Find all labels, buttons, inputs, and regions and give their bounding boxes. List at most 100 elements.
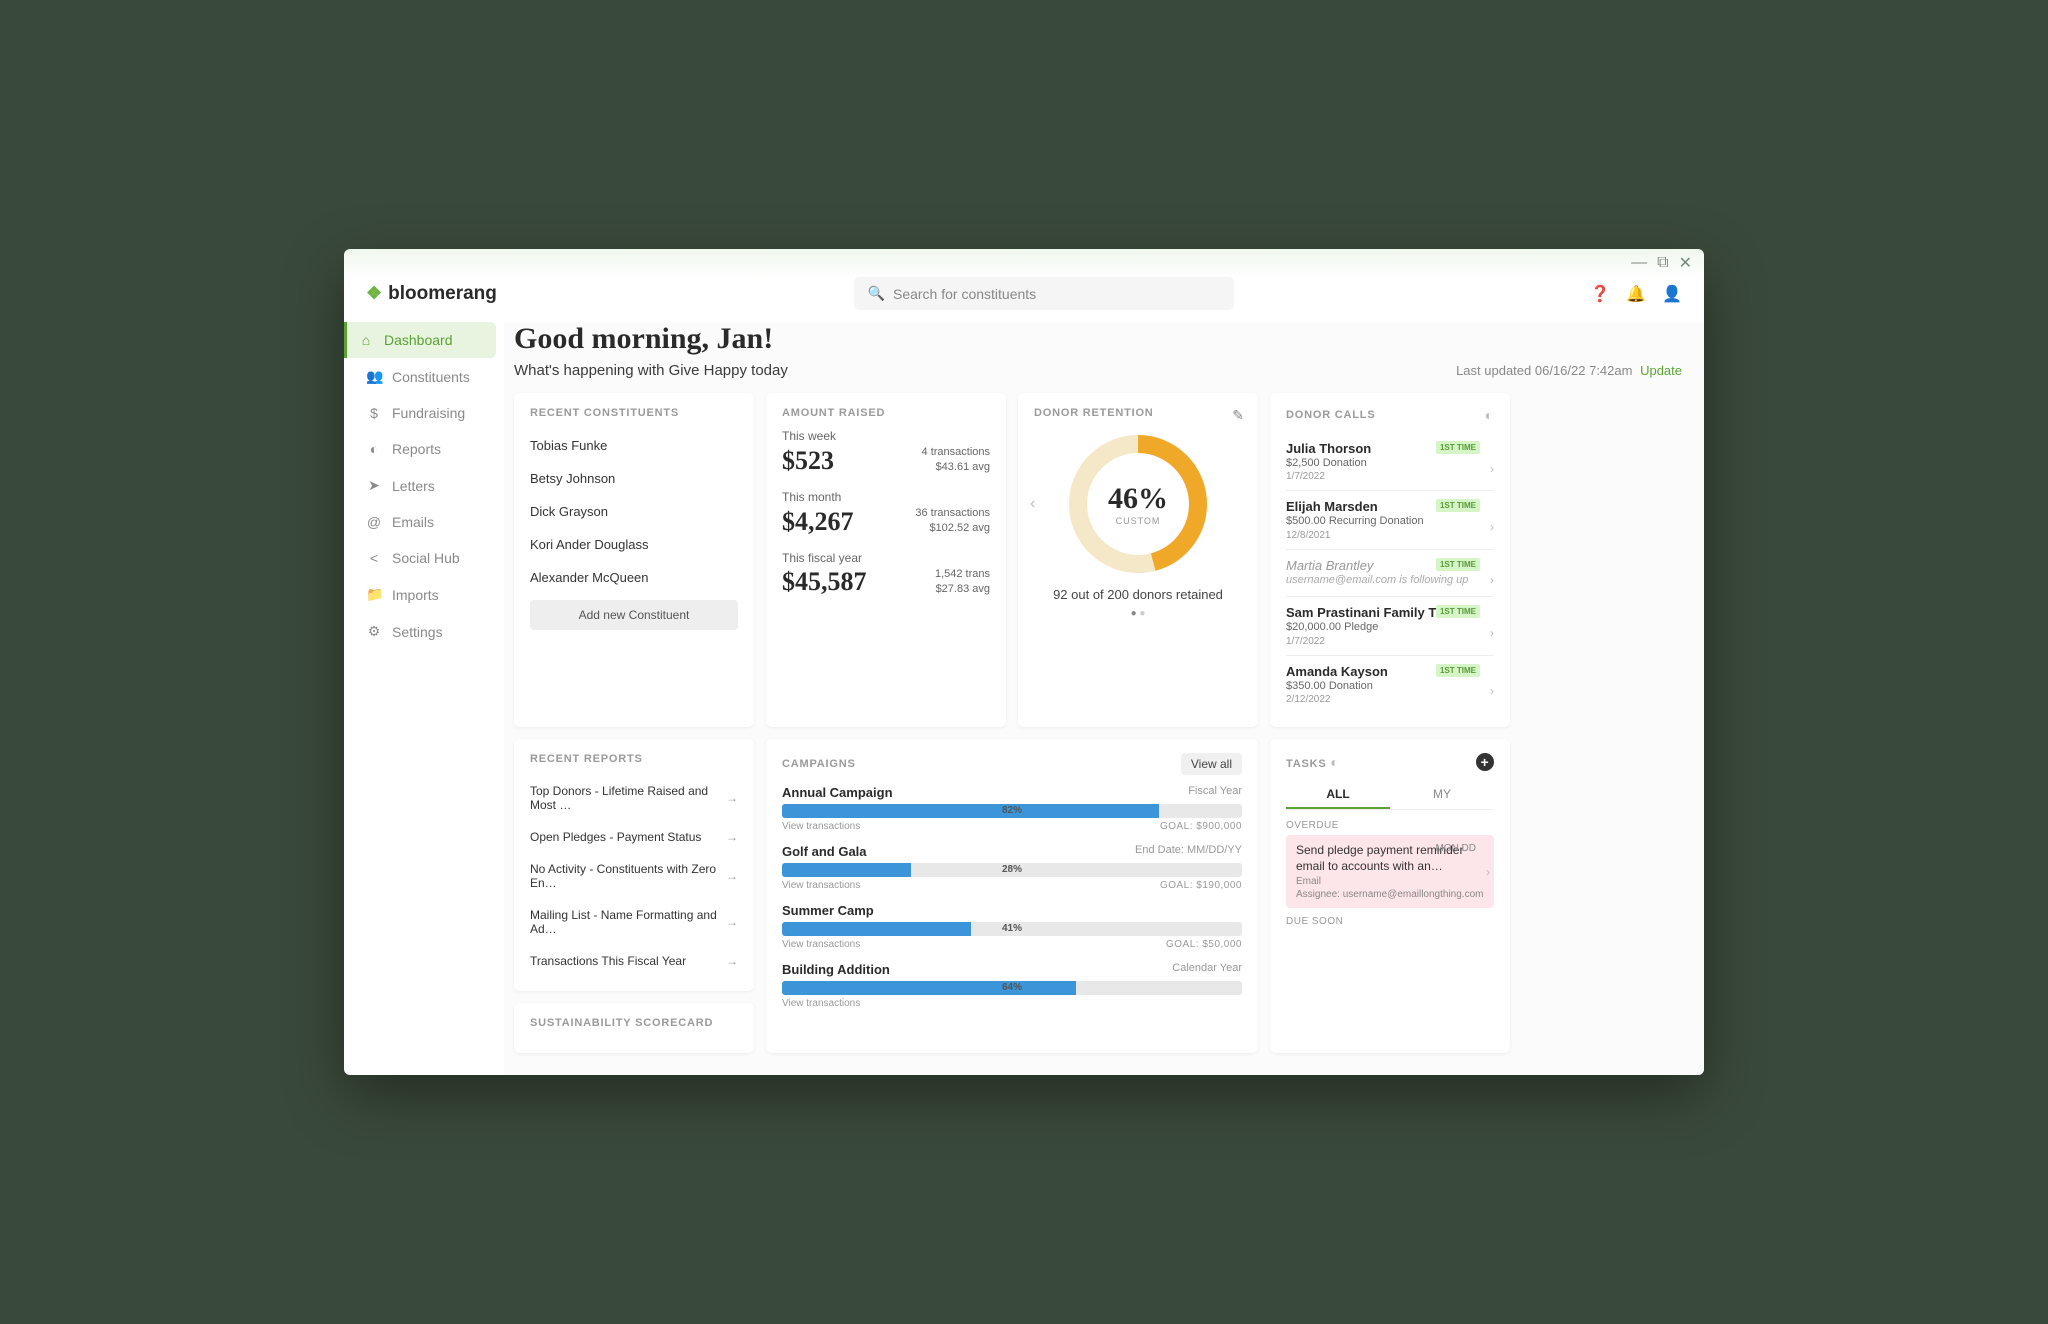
send-icon: ➤ xyxy=(366,477,382,494)
donor-call-row[interactable]: 1ST TIME Sam Prastinani Family Trust $20… xyxy=(1286,596,1494,654)
arrow-right-icon: → xyxy=(726,954,738,968)
card-sustainability: SUSTAINABILITY SCORECARD xyxy=(514,1003,754,1053)
help-icon[interactable]: ❓ xyxy=(1590,284,1610,304)
chevron-left-icon[interactable]: ‹ xyxy=(1030,495,1035,513)
pie-icon[interactable]: ◐ xyxy=(1330,754,1339,770)
arrow-right-icon: → xyxy=(726,830,738,844)
first-time-badge: 1ST TIME xyxy=(1436,605,1480,618)
search-input[interactable]: 🔍 Search for constituents xyxy=(854,277,1234,310)
share-icon: < xyxy=(366,550,382,566)
first-time-badge: 1ST TIME xyxy=(1436,499,1480,512)
sidebar-item-dashboard[interactable]: ⌂Dashboard xyxy=(344,322,496,358)
sidebar-item-constituents[interactable]: 👥Constituents xyxy=(352,358,496,395)
logo-icon: ❖ xyxy=(366,283,382,304)
view-transactions-link[interactable]: View transactions xyxy=(782,821,860,832)
at-icon: @ xyxy=(366,514,382,530)
constituent-row[interactable]: Betsy Johnson xyxy=(530,462,738,495)
card-donor-retention: DONOR RETENTION ✎ ‹ 46% CUSTOM xyxy=(1018,393,1258,727)
page-title: Good morning, Jan! xyxy=(514,322,1682,356)
add-constituent-button[interactable]: Add new Constituent xyxy=(530,600,738,630)
constituent-row[interactable]: Dick Grayson xyxy=(530,495,738,528)
view-transactions-link[interactable]: View transactions xyxy=(782,998,860,1009)
pie-icon[interactable]: ◐ xyxy=(1485,407,1494,423)
maximize-icon[interactable]: ⧉ xyxy=(1657,254,1668,272)
tab-all[interactable]: ALL xyxy=(1286,781,1390,809)
sidebar: ⌂Dashboard 👥Constituents $Fundraising ◐R… xyxy=(344,322,504,1075)
view-transactions-link[interactable]: View transactions xyxy=(782,939,860,950)
donor-call-row[interactable]: 1ST TIME Elijah Marsden $500.00 Recurrin… xyxy=(1286,490,1494,548)
task-row[interactable]: Send pledge payment reminder email to ac… xyxy=(1286,835,1494,908)
update-link[interactable]: Update xyxy=(1640,363,1682,378)
donor-call-row[interactable]: 1ST TIME Martia Brantley username@email.… xyxy=(1286,549,1494,596)
progress-bar: 28% xyxy=(782,863,1242,877)
card-title: DONOR RETENTION xyxy=(1034,407,1242,419)
progress-bar: 82% xyxy=(782,804,1242,818)
retention-donut: 46% CUSTOM xyxy=(1063,429,1213,579)
add-task-button[interactable]: + xyxy=(1476,753,1494,771)
report-row[interactable]: Mailing List - Name Formatting and Ad…→ xyxy=(530,899,738,945)
card-tasks: TASKS ◐ + ALL MY OVERDUE Send pledge pay… xyxy=(1270,739,1510,1053)
subtitle: What's happening with Give Happy today xyxy=(514,362,788,379)
window-titlebar: — ⧉ ✕ xyxy=(344,249,1704,277)
campaign-row: Summer Camp 41% View transactionsGOAL: $… xyxy=(782,903,1242,950)
amount-block-year: This fiscal year $45,587 1,542 trans$27.… xyxy=(782,551,990,598)
card-amount-raised: AMOUNT RAISED This week $523 4 transacti… xyxy=(766,393,1006,727)
chevron-right-icon: › xyxy=(1490,520,1494,534)
sidebar-item-imports[interactable]: 📁Imports xyxy=(352,576,496,613)
user-icon[interactable]: 👤 xyxy=(1662,284,1682,304)
dashboard-row-2: RECENT REPORTS Top Donors - Lifetime Rai… xyxy=(514,739,1682,1053)
view-transactions-link[interactable]: View transactions xyxy=(782,880,860,891)
minimize-icon[interactable]: — xyxy=(1631,254,1647,272)
card-title: RECENT CONSTITUENTS xyxy=(530,407,738,419)
body: ⌂Dashboard 👥Constituents $Fundraising ◐R… xyxy=(344,322,1704,1075)
report-row[interactable]: Top Donors - Lifetime Raised and Most …→ xyxy=(530,775,738,821)
bell-icon[interactable]: 🔔 xyxy=(1626,284,1646,304)
view-all-button[interactable]: View all xyxy=(1181,753,1242,775)
donor-call-row[interactable]: 1ST TIME Amanda Kayson $350.00 Donation … xyxy=(1286,655,1494,713)
last-updated: Last updated 06/16/22 7:42am Update xyxy=(1456,363,1682,378)
card-title: SUSTAINABILITY SCORECARD xyxy=(530,1017,738,1029)
constituent-row[interactable]: Tobias Funke xyxy=(530,429,738,462)
close-icon[interactable]: ✕ xyxy=(1679,253,1692,273)
sidebar-item-reports[interactable]: ◐Reports xyxy=(352,431,496,467)
chevron-right-icon: › xyxy=(1490,626,1494,640)
constituent-row[interactable]: Alexander McQueen xyxy=(530,561,738,594)
card-title-text: TASKS xyxy=(1286,758,1326,770)
sidebar-item-fundraising[interactable]: $Fundraising xyxy=(352,395,496,431)
report-row[interactable]: Transactions This Fiscal Year→ xyxy=(530,945,738,977)
donor-call-row[interactable]: 1ST TIME Julia Thorson $2,500 Donation 1… xyxy=(1286,433,1494,490)
arrow-right-icon: → xyxy=(726,915,738,929)
edit-icon[interactable]: ✎ xyxy=(1232,407,1244,424)
topbar: ❖ bloomerang 🔍 Search for constituents ❓… xyxy=(344,277,1704,322)
report-row[interactable]: No Activity - Constituents with Zero En…… xyxy=(530,853,738,899)
dollar-icon: $ xyxy=(366,405,382,421)
chevron-right-icon: › xyxy=(1490,462,1494,476)
progress-bar: 64% xyxy=(782,981,1242,995)
arrow-right-icon: → xyxy=(726,869,738,883)
campaign-row: Building AdditionCalendar Year 64% View … xyxy=(782,962,1242,1009)
sidebar-item-social-hub[interactable]: <Social Hub xyxy=(352,540,496,576)
sidebar-item-letters[interactable]: ➤Letters xyxy=(352,467,496,504)
main: Good morning, Jan! What's happening with… xyxy=(504,322,1704,1075)
report-row[interactable]: Open Pledges - Payment Status→ xyxy=(530,821,738,853)
card-recent-reports: RECENT REPORTS Top Donors - Lifetime Rai… xyxy=(514,739,754,991)
chevron-right-icon: › xyxy=(1486,865,1490,879)
constituent-row[interactable]: Kori Ander Douglass xyxy=(530,528,738,561)
campaign-row: Golf and GalaEnd Date: MM/DD/YY 28% View… xyxy=(782,844,1242,891)
sidebar-item-emails[interactable]: @Emails xyxy=(352,504,496,540)
card-title: RECENT REPORTS xyxy=(530,753,738,765)
due-soon-label: DUE SOON xyxy=(1286,916,1494,927)
sidebar-item-settings[interactable]: ⚙Settings xyxy=(352,613,496,650)
campaign-row: Annual CampaignFiscal Year 82% View tran… xyxy=(782,785,1242,832)
card-donor-calls: DONOR CALLS◐ 1ST TIME Julia Thorson $2,5… xyxy=(1270,393,1510,727)
retention-text: 92 out of 200 donors retained xyxy=(1034,587,1242,602)
tab-my[interactable]: MY xyxy=(1390,781,1494,809)
card-campaigns: CAMPAIGNS View all Annual CampaignFiscal… xyxy=(766,739,1258,1053)
search-icon: 🔍 xyxy=(868,285,885,302)
overdue-label: OVERDUE xyxy=(1286,820,1494,831)
dashboard-row-1: RECENT CONSTITUENTS Tobias Funke Betsy J… xyxy=(514,393,1682,727)
search-placeholder: Search for constituents xyxy=(893,286,1036,302)
people-icon: 👥 xyxy=(366,368,382,385)
logo[interactable]: ❖ bloomerang xyxy=(366,283,497,305)
tasks-tabs: ALL MY xyxy=(1286,781,1494,810)
